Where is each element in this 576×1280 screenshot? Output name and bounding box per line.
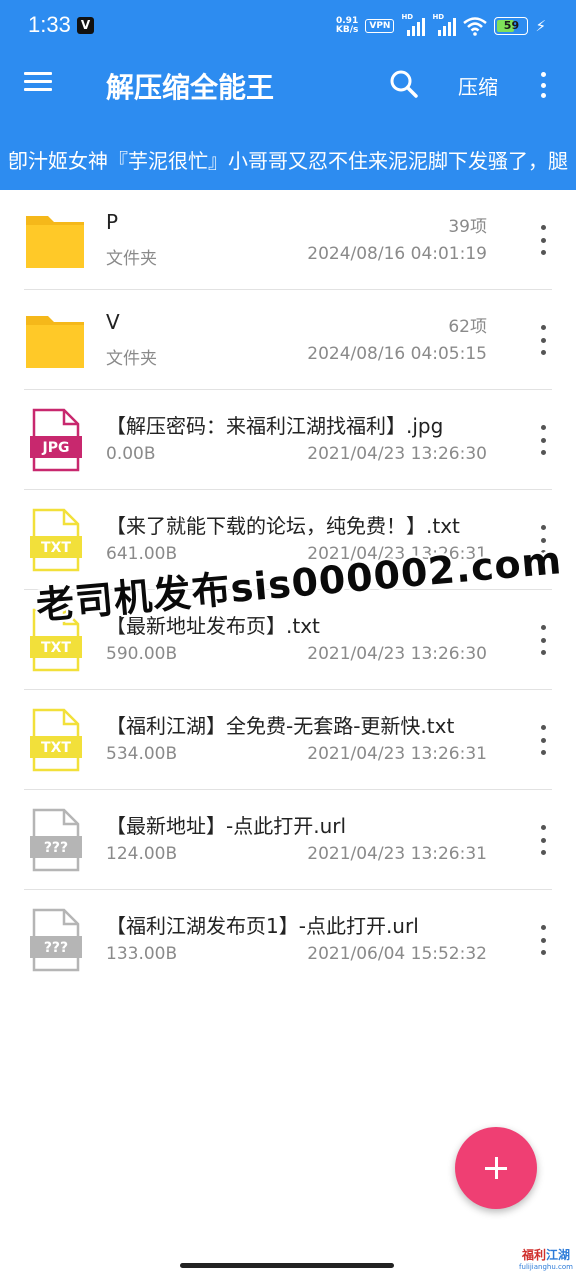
more-vert-icon[interactable]: [532, 422, 554, 458]
txt-file-icon: TXT: [30, 708, 82, 772]
marquee-text: 卽汁姬女神『芋泥很忙』小哥哥又忍不住来泥泥脚下发骚了，腿: [8, 149, 568, 173]
file-size: 133.00B: [106, 944, 178, 964]
wifi-icon: [463, 17, 488, 36]
file-icon-label: TXT: [41, 540, 71, 556]
more-vert-icon[interactable]: [532, 70, 554, 100]
file-date: 2021/04/23 13:26:30: [307, 444, 487, 464]
home-indicator[interactable]: [180, 1263, 394, 1268]
add-button[interactable]: [455, 1127, 537, 1209]
status-bar: 1:33 V 0.91 KB/s VPN HD HD 59 ⚡: [0, 0, 576, 52]
file-date: 2021/04/23 13:26:31: [307, 844, 487, 864]
more-vert-icon[interactable]: [532, 622, 554, 658]
file-date: 2021/04/23 13:26:31: [307, 744, 487, 764]
file-icon-label: TXT: [41, 640, 71, 656]
list-item[interactable]: ??? 【福利江湖发布页1】-点此打开.url 133.00B 2021/06/…: [0, 890, 576, 990]
file-icon-label: JPG: [42, 440, 70, 456]
logo-text: 江湖: [546, 1248, 571, 1262]
file-size: 641.00B: [106, 544, 178, 564]
file-date: 2024/08/16 04:05:15: [307, 344, 487, 364]
corner-logo: 福利江湖 fulijianghu.com: [518, 1246, 574, 1278]
list-item[interactable]: V 文件夹 62项 2024/08/16 04:05:15: [0, 290, 576, 390]
file-name: 【福利江湖】全免费-无套路-更新快.txt: [106, 714, 455, 738]
more-vert-icon[interactable]: [532, 222, 554, 258]
list-item[interactable]: TXT 【福利江湖】全免费-无套路-更新快.txt 534.00B 2021/0…: [0, 690, 576, 790]
more-vert-icon[interactable]: [532, 922, 554, 958]
folder-icon: [26, 216, 84, 268]
compress-button[interactable]: 压缩: [458, 71, 498, 100]
folder-icon: [26, 316, 84, 368]
file-name: V: [106, 310, 120, 334]
file-name: P: [106, 210, 119, 234]
network-speed: 0.91 KB/s: [336, 17, 358, 35]
signal-icon: HD: [432, 13, 457, 36]
file-date: 2021/06/04 15:52:32: [307, 944, 487, 964]
file-icon-label: ???: [44, 840, 68, 856]
battery-level: 59: [503, 19, 520, 32]
more-vert-icon[interactable]: [532, 822, 554, 858]
list-item[interactable]: JPG 【解压密码：来福利江湖找福利】.jpg 0.00B 2021/04/23…: [0, 390, 576, 490]
menu-icon[interactable]: [24, 68, 58, 98]
battery-icon: 59: [494, 17, 529, 35]
file-name: 【福利江湖发布页1】-点此打开.url: [106, 914, 419, 938]
item-count: 39项: [448, 217, 487, 237]
unknown-file-icon: ???: [30, 908, 82, 972]
file-size: 0.00B: [106, 444, 156, 464]
more-vert-icon[interactable]: [532, 722, 554, 758]
logo-text: 福利: [521, 1248, 546, 1262]
file-size: 590.00B: [106, 644, 178, 664]
jpg-file-icon: JPG: [30, 408, 82, 472]
status-indicators: 0.91 KB/s VPN HD HD 59 ⚡: [336, 13, 546, 38]
plus-icon-stroke: [495, 1157, 498, 1179]
file-date: 2024/08/16 04:01:19: [307, 244, 487, 264]
app-bar: 解压缩全能王 压缩: [0, 52, 576, 114]
announcement-marquee[interactable]: 卽汁姬女神『芋泥很忙』小哥哥又忍不住来泥泥脚下发骚了，腿: [0, 114, 576, 190]
item-count: 62项: [448, 317, 487, 337]
file-type: 文件夹: [106, 349, 157, 369]
file-name: 【最新地址】-点此打开.url: [106, 814, 347, 838]
signal-icon: HD: [401, 13, 426, 36]
file-name: 【解压密码：来福利江湖找福利】.jpg: [106, 414, 444, 438]
app-notification-icon: V: [77, 17, 94, 34]
list-item[interactable]: ??? 【最新地址】-点此打开.url 124.00B 2021/04/23 1…: [0, 790, 576, 890]
file-icon-label: TXT: [41, 740, 71, 756]
file-date: 2021/04/23 13:26:30: [307, 644, 487, 664]
file-size: 534.00B: [106, 744, 178, 764]
network-speed-unit: KB/s: [335, 25, 359, 35]
charging-icon: ⚡: [535, 17, 546, 35]
status-time: 1:33: [28, 12, 71, 37]
txt-file-icon: TXT: [30, 508, 82, 572]
unknown-file-icon: ???: [30, 808, 82, 872]
search-icon[interactable]: [388, 68, 420, 100]
vpn-icon: VPN: [365, 19, 395, 33]
app-title: 解压缩全能王: [106, 71, 275, 104]
file-icon-label: ???: [44, 940, 68, 956]
list-item[interactable]: P 文件夹 39项 2024/08/16 04:01:19: [0, 190, 576, 290]
file-size: 124.00B: [106, 844, 178, 864]
logo-url: fulijianghu.com: [519, 1263, 573, 1271]
more-vert-icon[interactable]: [532, 322, 554, 358]
file-name: 【来了就能下载的论坛，纯免费！】.txt: [106, 514, 460, 538]
file-type: 文件夹: [106, 249, 157, 269]
